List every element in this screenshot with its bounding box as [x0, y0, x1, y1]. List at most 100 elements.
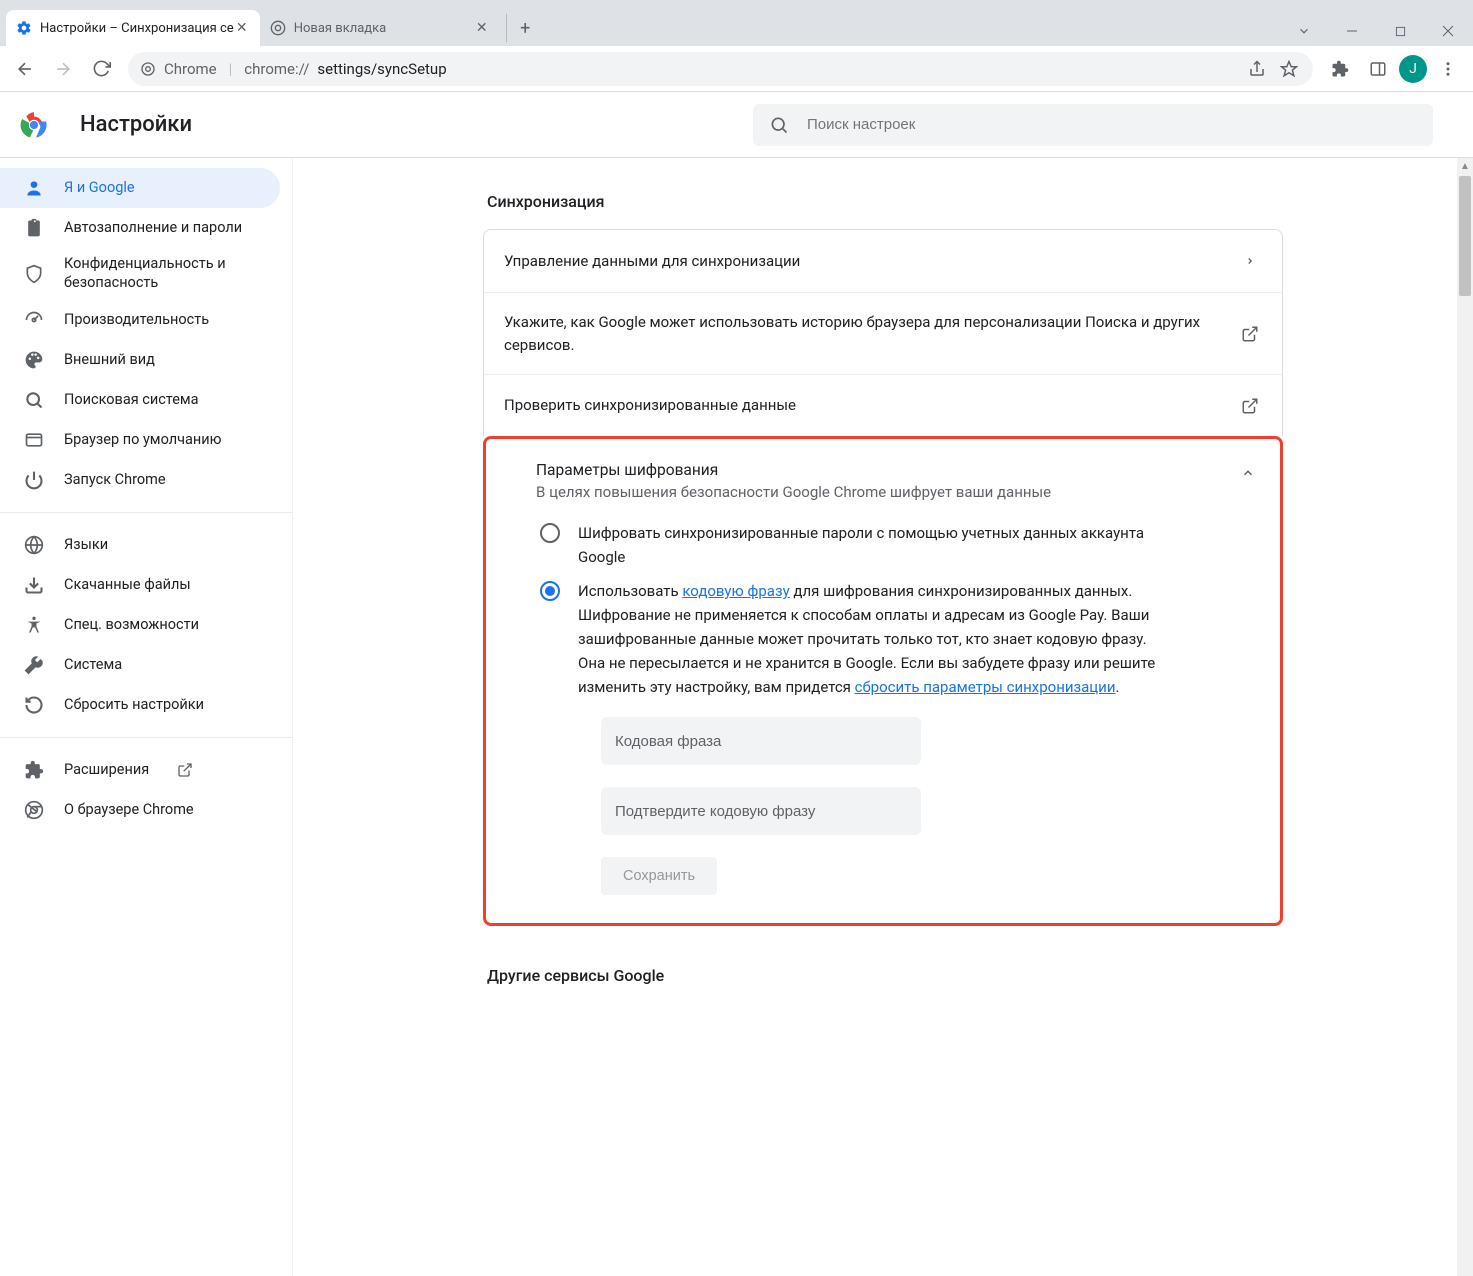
confirm-passphrase-input[interactable] — [601, 787, 921, 835]
shield-icon — [24, 264, 44, 284]
speed-icon — [24, 310, 44, 330]
sidebar-item-label: Браузер по умолчанию — [64, 431, 221, 450]
close-icon[interactable]: ✕ — [474, 20, 490, 36]
sidebar-item-label: Сбросить настройки — [64, 696, 204, 715]
chevron-up-icon — [1236, 461, 1260, 485]
sidebar-item[interactable]: Внешний вид — [0, 340, 280, 380]
sidebar-item[interactable]: Производительность — [0, 300, 280, 340]
profile-avatar[interactable]: J — [1399, 55, 1427, 83]
palette-icon — [24, 350, 44, 370]
scroll-up-icon[interactable]: ▲ — [1457, 158, 1473, 174]
forward-button[interactable] — [46, 52, 80, 86]
sidebar-item[interactable]: О браузере Chrome — [0, 790, 280, 830]
sidebar-item[interactable]: Поисковая система — [0, 380, 280, 420]
encryption-subtitle: В целях повышения безопасности Google Ch… — [536, 483, 1236, 501]
settings-search[interactable] — [753, 104, 1433, 146]
scrollbar-track[interactable]: ▲ — [1457, 158, 1473, 1276]
share-icon[interactable] — [1245, 57, 1269, 81]
tab-title: Новая вкладка — [294, 21, 474, 36]
passphrase-input[interactable] — [601, 717, 921, 765]
encryption-header-row[interactable]: Параметры шифрования В целях повышения б… — [486, 439, 1280, 509]
settings-sidebar: Я и Google Автозаполнение и паролиКонфиде… — [0, 158, 292, 1276]
radio-selected-icon[interactable] — [540, 581, 560, 601]
maximize-button[interactable] — [1377, 16, 1423, 46]
sidebar-item[interactable]: Автозаполнение и пароли — [0, 208, 280, 248]
browser-icon — [24, 430, 44, 450]
sync-card: Управление данными для синхронизации Ука… — [483, 229, 1283, 436]
sidebar-item[interactable]: Я и Google — [0, 168, 280, 208]
address-bar[interactable]: Chrome | chrome:// settings/syncSetup — [128, 52, 1313, 86]
sidebar-item[interactable]: Языки — [0, 525, 280, 565]
sidebar-item[interactable]: Расширения — [0, 750, 280, 790]
reload-button[interactable] — [84, 52, 118, 86]
browser-tab-active[interactable]: Настройки – Синхронизация се ✕ — [6, 10, 260, 46]
window-controls — [1281, 12, 1473, 46]
reset-icon — [24, 695, 44, 715]
sidebar-item-label: Система — [64, 656, 122, 675]
sidebar-item[interactable]: Спец. возможности — [0, 605, 280, 645]
settings-header: Настройки — [0, 92, 1473, 158]
passphrase-inputs: Сохранить — [601, 717, 1226, 895]
encryption-settings-highlight: Параметры шифрования В целях повышения б… — [483, 436, 1283, 926]
extensions-icon[interactable] — [1323, 52, 1357, 86]
sidebar-item[interactable]: Сбросить настройки — [0, 685, 280, 725]
radio-label: Использовать кодовую фразу для шифровани… — [578, 579, 1158, 699]
save-button[interactable]: Сохранить — [601, 857, 717, 895]
divider — [0, 512, 292, 513]
separator: | — [229, 60, 233, 78]
divider — [0, 737, 292, 738]
bookmark-icon[interactable] — [1277, 57, 1301, 81]
gear-icon — [16, 20, 32, 36]
chrome-logo-icon — [20, 111, 48, 139]
new-tab-button[interactable]: + — [506, 14, 534, 42]
sidebar-item-label: Спец. возможности — [64, 616, 199, 635]
chrome-icon — [140, 61, 156, 77]
url-scheme-label: Chrome — [164, 60, 217, 78]
open-external-icon — [1238, 322, 1262, 346]
search-icon — [24, 390, 44, 410]
close-icon[interactable]: ✕ — [234, 20, 250, 36]
row-google-history[interactable]: Укажите, как Google может использовать и… — [484, 292, 1282, 374]
sidebar-item-label: Я и Google — [64, 179, 135, 198]
section-title-sync: Синхронизация — [487, 192, 1283, 211]
link-reset-sync[interactable]: сбросить параметры синхронизации — [855, 678, 1116, 696]
url-grey: chrome:// — [244, 60, 309, 78]
window-dropdown-icon[interactable] — [1281, 16, 1327, 46]
power-icon — [24, 470, 44, 490]
text: Использовать — [578, 582, 682, 600]
row-check-synced-data[interactable]: Проверить синхронизированные данные — [484, 374, 1282, 436]
chevron-right-icon — [1238, 249, 1262, 273]
close-window-button[interactable] — [1425, 16, 1471, 46]
text: . — [1115, 678, 1119, 696]
tab-strip: Настройки – Синхронизация се ✕ Новая вкл… — [0, 0, 1281, 46]
back-button[interactable] — [8, 52, 42, 86]
radio-label: Шифровать синхронизированные пароли с по… — [578, 521, 1158, 569]
sidebar-item-label: Поисковая система — [64, 391, 199, 410]
sidebar-item[interactable]: Скачанные файлы — [0, 565, 280, 605]
avatar-letter: J — [1409, 61, 1417, 77]
sidebar-item[interactable]: Запуск Chrome — [0, 460, 280, 500]
scrollbar-thumb[interactable] — [1459, 176, 1471, 296]
row-manage-sync-data[interactable]: Управление данными для синхронизации — [484, 230, 1282, 292]
radio-unselected-icon[interactable] — [540, 523, 560, 543]
minimize-button[interactable] — [1329, 16, 1375, 46]
open-external-icon — [177, 762, 193, 778]
sidebar-item-label: Расширения — [64, 761, 149, 780]
sidepanel-icon[interactable] — [1361, 52, 1395, 86]
search-icon — [769, 115, 789, 135]
sidebar-item[interactable]: Браузер по умолчанию — [0, 420, 280, 460]
section-title-other-google: Другие сервисы Google — [487, 966, 1283, 985]
radio-option-passphrase[interactable]: Использовать кодовую фразу для шифровани… — [540, 579, 1226, 699]
url-path: settings/syncSetup — [317, 60, 446, 78]
open-external-icon — [1238, 394, 1262, 418]
sidebar-item-label: Производительность — [64, 311, 209, 330]
sidebar-item[interactable]: Система — [0, 645, 280, 685]
sidebar-item[interactable]: Конфиденциальность и безопасность — [0, 248, 280, 300]
encryption-body: Шифровать синхронизированные пароли с по… — [486, 509, 1280, 923]
settings-search-input[interactable] — [805, 115, 1417, 134]
link-passphrase[interactable]: кодовую фразу — [682, 582, 789, 600]
menu-icon[interactable] — [1431, 52, 1465, 86]
radio-option-google-account[interactable]: Шифровать синхронизированные пароли с по… — [540, 521, 1226, 569]
sidebar-item-label: Языки — [64, 536, 108, 555]
browser-tab[interactable]: Новая вкладка ✕ — [260, 10, 500, 46]
